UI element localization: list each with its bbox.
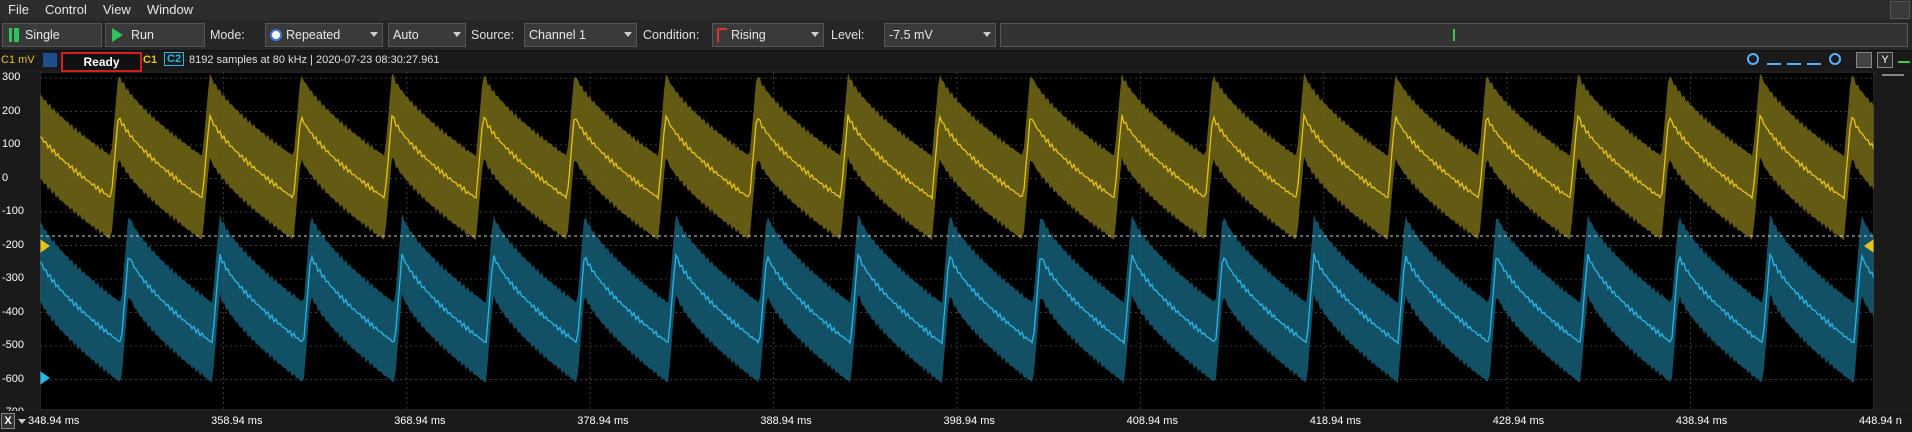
channel-2-offset-marker — [40, 371, 50, 385]
y-tick-label: -600 — [2, 372, 25, 385]
trigger-arrow-icon[interactable] — [43, 53, 57, 67]
x-tick-label: 378.94 ms — [577, 415, 629, 427]
zoom-fit-icon[interactable] — [1807, 53, 1821, 65]
x-tick-label: 418.94 ms — [1309, 415, 1362, 427]
zoom-x-icon[interactable] — [1767, 53, 1781, 65]
condition-select[interactable]: Rising — [712, 23, 824, 47]
channel-2-toggle[interactable]: C2 — [164, 52, 185, 66]
chevron-down-icon — [983, 32, 991, 37]
menu-control[interactable]: Control — [37, 0, 95, 20]
level-slider[interactable] — [1000, 23, 1908, 47]
x-tick-label: 408.94 ms — [1126, 415, 1178, 427]
source-value: Channel 1 — [529, 28, 586, 42]
y-axis: 3002001000-100-200-300-400-500-600-700 — [0, 71, 40, 418]
y-tick-label: -500 — [2, 339, 25, 351]
zoom-out-icon[interactable] — [1829, 53, 1841, 65]
zoom-in-icon[interactable] — [1747, 53, 1759, 65]
x-tick-label: 368.94 ms — [394, 415, 446, 427]
menu-window[interactable]: Window — [139, 0, 201, 20]
condition-label: Condition: — [643, 28, 700, 42]
x-tick-label: 388.94 ms — [760, 415, 812, 427]
waveform-plot — [40, 72, 1874, 410]
mode-value: Repeated — [286, 28, 341, 42]
mode-label: Mode: — [210, 28, 245, 42]
y-tick-label: 300 — [2, 71, 21, 83]
panel-scroll-icon[interactable] — [1882, 74, 1904, 82]
acquisition-info: 8192 samples at 80 kHz | 2020-07-23 08:3… — [189, 54, 440, 66]
run-button[interactable]: Run — [105, 23, 205, 47]
plot-area[interactable] — [40, 72, 1874, 410]
chevron-down-icon — [370, 32, 378, 37]
x-axis: X 348.94 ms 358.94 ms 368.94 ms 378.94 ms 38… — [0, 411, 1912, 432]
condition-value: Rising — [731, 28, 766, 42]
settings-icon[interactable] — [1856, 52, 1872, 68]
chevron-down-icon — [453, 32, 461, 37]
y-tick-label: -200 — [2, 238, 25, 251]
source-select[interactable]: Channel 1 — [524, 23, 637, 47]
auto-select[interactable]: Auto — [388, 23, 466, 47]
collapse-arrow-icon[interactable] — [1898, 55, 1910, 63]
slider-handle[interactable] — [1453, 29, 1455, 41]
repeat-icon — [270, 29, 282, 41]
channel-1-toggle[interactable]: C1 — [143, 54, 157, 66]
x-tick-label: 348.94 ms — [28, 415, 80, 427]
chevron-down-icon — [811, 32, 819, 37]
y-tick-label: 0 — [2, 171, 9, 184]
x-tick-label: 428.94 ms — [1492, 415, 1545, 427]
x-axis-button[interactable]: X — [1, 413, 15, 429]
menu-bar: File Control View Window — [0, 0, 1912, 20]
chevron-down-icon — [624, 32, 632, 37]
level-label: Level: — [831, 28, 865, 42]
run-label: Run — [131, 28, 154, 42]
rising-edge-icon — [717, 28, 727, 42]
y-tick-label: 100 — [2, 138, 21, 150]
single-icon — [9, 28, 19, 42]
toolbar: Single Run Mode: Repeated Auto Source: C… — [0, 20, 1912, 51]
y-unit-label: C1 mV — [1, 54, 35, 66]
y-tick-label: 200 — [2, 104, 21, 117]
x-tick-label: 448.94 n — [1859, 415, 1902, 427]
zoom-y-icon[interactable] — [1787, 53, 1801, 65]
ready-badge: Ready — [61, 52, 142, 72]
x-tick-label: 398.94 ms — [943, 415, 995, 427]
ready-text: Ready — [83, 55, 120, 69]
mode-select[interactable]: Repeated — [265, 23, 383, 47]
right-panel — [1874, 72, 1912, 410]
y-tick-label: -100 — [2, 205, 25, 217]
menu-file[interactable]: File — [0, 0, 37, 20]
restore-window-button[interactable] — [1890, 1, 1910, 19]
source-label: Source: — [471, 28, 515, 42]
single-label: Single — [25, 28, 60, 42]
menu-view[interactable]: View — [95, 0, 139, 20]
x-tick-label: 358.94 ms — [211, 415, 263, 427]
level-value: -7.5 mV — [889, 28, 933, 42]
y-tick-label: -400 — [2, 305, 25, 318]
play-icon — [112, 28, 123, 42]
single-button[interactable]: Single — [2, 23, 102, 47]
status-row: C1 mV Ready C1 C2 8192 samples at 80 kHz… — [0, 51, 1912, 72]
x-axis-menu-icon[interactable] — [18, 419, 26, 424]
y-tick-label: -300 — [2, 272, 25, 284]
auto-value: Auto — [393, 28, 419, 42]
level-select[interactable]: -7.5 mV — [884, 23, 996, 47]
x-tick-label: 438.94 ms — [1675, 415, 1728, 427]
y-axis-button[interactable]: Y — [1877, 52, 1893, 68]
